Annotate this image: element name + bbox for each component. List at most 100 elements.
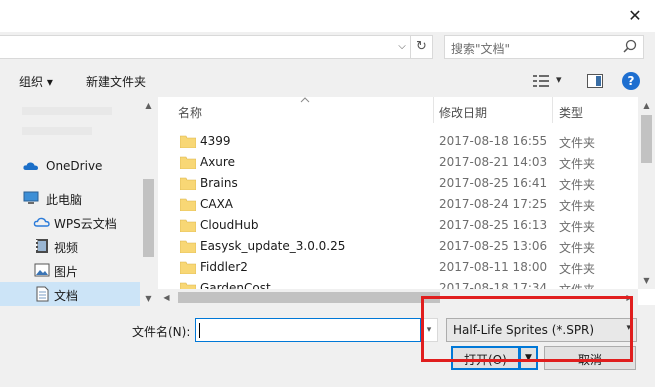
open-button-label: 打开(O) — [464, 353, 507, 367]
nav-faded-item — [22, 127, 92, 135]
column-header-type[interactable]: 类型 — [559, 104, 583, 130]
sidebar-item-label: 视频 — [54, 241, 79, 255]
file-date: 2017-08-25 13:06 — [439, 239, 548, 253]
search-icon[interactable] — [621, 37, 639, 57]
search-placeholder: 搜索"文档" — [451, 42, 511, 56]
sidebar-item-label: 此电脑 — [46, 193, 83, 207]
picture-icon — [34, 263, 50, 277]
sidebar-item-label: 图片 — [54, 265, 79, 279]
scroll-up-icon[interactable]: ▲ — [140, 97, 157, 114]
folder-icon — [180, 156, 196, 169]
navigation-scrollbar[interactable]: ▲ ▼ — [140, 97, 157, 307]
filename-label: 文件名(N): — [132, 325, 191, 339]
file-type: 文件夹 — [559, 157, 596, 171]
table-row[interactable]: 4399 2017-08-18 16:55 文件夹 — [158, 131, 638, 152]
refresh-icon[interactable]: ↻ — [410, 36, 432, 58]
file-date: 2017-08-25 16:13 — [439, 218, 548, 232]
address-dropdown-icon[interactable]: ⌵ — [395, 40, 409, 54]
column-header-date[interactable]: 修改日期 — [439, 104, 487, 130]
sidebar-item-label: 文档 — [54, 289, 79, 303]
file-date: 2017-08-25 16:41 — [439, 176, 548, 190]
table-row[interactable]: Brains 2017-08-25 16:41 文件夹 — [158, 173, 638, 194]
sidebar-item-documents[interactable]: 文档 — [0, 282, 140, 306]
preview-pane-icon[interactable] — [587, 74, 603, 88]
help-icon[interactable]: ? — [622, 72, 640, 90]
sidebar-item-videos[interactable]: 视频 — [0, 234, 140, 258]
folder-icon — [180, 198, 196, 211]
sidebar-item-label: OneDrive — [46, 159, 103, 173]
file-name: Easysk_update_3.0.0.25 — [200, 239, 346, 253]
filetype-selected: Half-Life Sprites (*.SPR) — [453, 323, 595, 337]
column-divider[interactable] — [552, 97, 553, 123]
folder-icon — [180, 219, 196, 232]
file-type: 文件夹 — [559, 199, 596, 213]
folder-icon — [180, 135, 196, 148]
filename-history-dropdown[interactable]: ▾ — [421, 318, 438, 342]
title-bar: ✕ — [0, 0, 655, 32]
column-header-name[interactable]: 名称 — [178, 104, 202, 130]
navigation-pane: OneDrive 此电脑 WPS云文档 视频 图片 文档 — [0, 97, 157, 307]
sidebar-item-wps-cloud[interactable]: WPS云文档 — [0, 210, 140, 234]
scroll-left-icon[interactable]: ◀ — [158, 289, 175, 306]
file-date: 2017-08-24 17:25 — [439, 197, 548, 211]
file-type: 文件夹 — [559, 178, 596, 192]
folder-icon — [180, 261, 196, 274]
file-name: Brains — [200, 176, 238, 190]
wps-cloud-icon — [33, 217, 50, 227]
table-row[interactable]: Easysk_update_3.0.0.25 2017-08-25 13:06 … — [158, 236, 638, 257]
chevron-down-icon: ▾ — [556, 73, 562, 86]
file-date: 2017-08-11 18:00 — [439, 260, 548, 274]
table-row[interactable]: CloudHub 2017-08-25 16:13 文件夹 — [158, 215, 638, 236]
file-type: 文件夹 — [559, 241, 596, 255]
sidebar-item-onedrive[interactable]: OneDrive — [0, 154, 140, 178]
scroll-right-icon[interactable]: ▶ — [621, 289, 638, 306]
cloud-icon — [23, 162, 38, 170]
scroll-down-icon[interactable]: ▼ — [638, 272, 655, 289]
file-date: 2017-08-21 14:03 — [439, 155, 548, 169]
view-options-button[interactable]: ▾ — [530, 73, 570, 89]
filename-input[interactable] — [195, 318, 421, 342]
file-list-hscrollbar[interactable]: ◀ ▶ — [158, 289, 638, 306]
open-options-dropdown[interactable]: ▼ — [519, 346, 538, 370]
search-input[interactable]: 搜索"文档" — [444, 35, 644, 59]
sidebar-item-pictures[interactable]: 图片 — [0, 258, 140, 282]
folder-icon — [180, 177, 196, 190]
cancel-button[interactable]: 取消 — [544, 346, 636, 370]
table-row[interactable]: CAXA 2017-08-24 17:25 文件夹 — [158, 194, 638, 215]
folder-icon — [180, 240, 196, 253]
file-type: 文件夹 — [559, 220, 596, 234]
table-row[interactable]: Fiddler2 2017-08-11 18:00 文件夹 — [158, 257, 638, 278]
cancel-button-label: 取消 — [577, 353, 602, 367]
file-name: CloudHub — [200, 218, 259, 232]
view-details-icon — [533, 75, 549, 87]
table-row[interactable]: Axure 2017-08-21 14:03 文件夹 — [158, 152, 638, 173]
text-cursor — [199, 323, 200, 338]
command-toolbar: 组织 ▾ 新建文件夹 ▾ ? — [0, 66, 655, 96]
scrollbar-thumb[interactable] — [641, 115, 652, 163]
sort-ascending-icon[interactable] — [300, 97, 310, 103]
file-name: CAXA — [200, 197, 234, 211]
video-icon — [36, 239, 48, 253]
address-bar[interactable]: ⌵ ↻ — [0, 35, 433, 59]
file-name: Fiddler2 — [200, 260, 248, 274]
open-button[interactable]: 打开(O) — [451, 346, 520, 370]
file-name: 4399 — [200, 134, 231, 148]
scrollbar-thumb[interactable] — [143, 179, 154, 257]
file-list: 名称 修改日期 类型 4399 2017-08-18 16:55 文件夹 Axu… — [158, 97, 655, 305]
filetype-select[interactable]: Half-Life Sprites (*.SPR) ▾ — [446, 318, 637, 342]
file-type: 文件夹 — [559, 262, 596, 276]
scroll-up-icon[interactable]: ▲ — [638, 97, 655, 114]
sidebar-item-this-pc[interactable]: 此电脑 — [0, 186, 140, 210]
file-name: Axure — [200, 155, 235, 169]
column-divider[interactable] — [433, 97, 434, 123]
file-list-scrollbar[interactable]: ▲ ▼ — [638, 97, 655, 289]
dialog-footer: 文件名(N): ▾ Half-Life Sprites (*.SPR) ▾ 打开… — [0, 306, 655, 387]
organize-button[interactable]: 组织 ▾ — [19, 73, 53, 90]
sidebar-item-label: WPS云文档 — [54, 217, 117, 231]
nav-faded-item — [22, 107, 112, 115]
close-icon[interactable]: ✕ — [625, 6, 645, 26]
scroll-down-icon[interactable]: ▼ — [140, 290, 157, 307]
scrollbar-thumb[interactable] — [178, 292, 440, 303]
document-icon — [36, 286, 49, 302]
new-folder-button[interactable]: 新建文件夹 — [86, 73, 146, 90]
